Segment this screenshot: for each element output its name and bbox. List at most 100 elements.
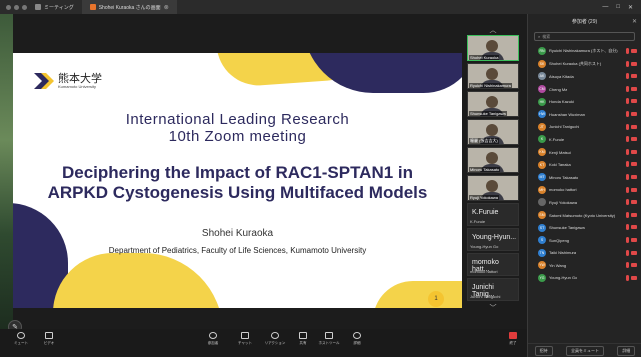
zoom-icon	[35, 4, 41, 10]
slide-title-line-2: ARPKD Cystogenesis Using Multifaced Mode…	[47, 183, 428, 202]
participant-avatar: JT	[538, 122, 546, 131]
video-label: ビデオ	[43, 341, 55, 345]
slide-page-number: 1	[428, 291, 444, 307]
decor-navy-top	[303, 53, 462, 93]
participant-row[interactable]: YG Young-Hyun Go	[528, 272, 641, 285]
participant-avatar: YG	[538, 273, 546, 282]
participant-row[interactable]: K K.Furuie	[528, 133, 641, 146]
video-tile[interactable]: Shohei Kuraoka	[467, 35, 519, 61]
participant-row[interactable]: YW Yin Wang	[528, 259, 641, 272]
mic-muted-icon	[626, 60, 629, 67]
name-tile[interactable]: momoko hatt... momoko hattori	[467, 253, 519, 276]
participant-row[interactable]: KM Kenji Matsui	[528, 146, 641, 159]
participant-name: Minoru Takasato	[549, 174, 579, 180]
video-tile[interactable]: Ryuji Yokokawa	[467, 175, 519, 201]
video-off-icon	[631, 250, 637, 255]
participant-name: Kenji Matsui	[549, 149, 571, 155]
video-off-icon	[631, 61, 637, 66]
invite-button[interactable]: 招待	[534, 345, 553, 356]
video-tile[interactable]: 瞳麗 (張吉吉大)	[467, 119, 519, 145]
participant-row[interactable]: RN Ryuichi Nishinakamura (ホスト、自分)	[528, 45, 641, 58]
participants-button[interactable]: 参加者	[200, 332, 226, 346]
reactions-button[interactable]: リアクション	[262, 332, 288, 346]
more-options-button[interactable]: 詳細	[344, 332, 370, 346]
participant-row[interactable]: Ryuji Yokokawa	[528, 196, 641, 209]
participant-name: K.Furuie	[549, 136, 565, 142]
video-button[interactable]: ビデオ	[36, 332, 62, 346]
host-tools-button[interactable]: ホストツール	[316, 332, 342, 346]
search-icon: ⌕	[538, 34, 541, 39]
video-off-icon	[631, 162, 637, 167]
minimize-icon[interactable]: —	[602, 4, 608, 11]
video-off-icon	[631, 99, 637, 104]
participant-avatar: ST	[538, 223, 546, 232]
more-options-label: 詳細	[353, 341, 361, 345]
participant-head	[486, 180, 498, 192]
participant-name: Taiki Nishimura	[549, 250, 577, 256]
university-logo-mark-icon	[34, 73, 54, 89]
participant-avatar: K	[538, 135, 546, 144]
close-panel-icon[interactable]: ✕	[632, 18, 637, 25]
participant-row[interactable]: ST Shunsuke Tanigawa	[528, 221, 641, 234]
participant-row[interactable]: S SunQipeng	[528, 234, 641, 247]
tab-screen-share[interactable]: Shohei Kuraoka さんの画面 ⊗	[81, 0, 177, 14]
participant-row[interactable]: MH momoko hattori	[528, 184, 641, 197]
participant-row[interactable]: JT Junichi Taniguchi	[528, 121, 641, 134]
reactions-label: リアクション	[264, 341, 286, 345]
mute-label: ミュート	[14, 341, 28, 345]
host-tools-label: ホストツール	[318, 341, 340, 345]
shield-icon	[325, 332, 333, 339]
participant-row[interactable]: HK Honda Kazuki	[528, 95, 641, 108]
search-placeholder: 検索	[542, 33, 551, 39]
video-off-icon	[631, 275, 637, 280]
end-meeting-button[interactable]: 終了	[500, 332, 526, 346]
participant-avatar: TN	[538, 248, 546, 257]
video-tile-name: Shunsuke Tanigawa	[469, 111, 507, 116]
chat-button[interactable]: チャット	[232, 332, 258, 346]
university-logo: 熊本大学 Kumamoto University	[32, 71, 102, 91]
end-call-icon	[509, 332, 517, 339]
mic-muted-icon	[626, 249, 629, 256]
close-tab-icon[interactable]: ⊗	[164, 4, 169, 11]
chat-label: チャット	[238, 341, 252, 345]
close-window-icon[interactable]: ✕	[628, 4, 633, 11]
video-tile[interactable]: Minoru Takasato	[467, 147, 519, 173]
scroll-up-chevron-icon[interactable]: ︿	[467, 25, 519, 35]
tab-meeting[interactable]: ミーティング	[27, 0, 82, 14]
participant-row[interactable]: TN Taiki Nishimura	[528, 247, 641, 260]
participant-row[interactable]: KT Koki Tanaka	[528, 158, 641, 171]
window-controls[interactable]	[6, 4, 27, 10]
video-off-icon	[631, 174, 637, 179]
participant-row[interactable]: CM Cheng Ma	[528, 83, 641, 96]
window-minimize-dot[interactable]	[14, 4, 19, 10]
name-tile[interactable]: Junichi Tanig... Junichi Taniguchi	[467, 278, 519, 301]
mute-button[interactable]: ミュート	[8, 332, 34, 346]
name-tile[interactable]: K.Furuie K.Furuie	[467, 203, 519, 226]
participants-label: 参加者	[207, 341, 219, 345]
video-tile[interactable]: Shunsuke Tanigawa	[467, 91, 519, 117]
participant-head	[486, 40, 498, 52]
video-off-icon	[631, 124, 637, 129]
name-tile[interactable]: Young-Hyun... Young-Hyun Go	[467, 228, 519, 251]
decor-yellow-right	[373, 281, 462, 308]
video-tile[interactable]: Ryuichi Nishinakamura	[467, 63, 519, 89]
participant-row[interactable]: HW Huanshan Wuximan	[528, 108, 641, 121]
share-button[interactable]: 共有	[290, 332, 316, 346]
participants-search-input[interactable]: ⌕ 検索	[534, 32, 635, 41]
participant-row[interactable]: AK Atsuya Kitada	[528, 70, 641, 83]
mic-muted-icon	[626, 48, 629, 54]
window-close-dot[interactable]	[6, 4, 11, 10]
participant-row[interactable]: SM Satomi Matsumoto (Kyoto University)	[528, 209, 641, 222]
participant-name: Ryuji Yokokawa	[549, 199, 578, 205]
mic-muted-icon	[626, 98, 629, 105]
video-off-icon	[631, 86, 637, 91]
participant-name: SunQipeng	[549, 237, 570, 243]
maximize-icon[interactable]: □	[616, 4, 620, 11]
participant-row[interactable]: MT Minoru Takasato	[528, 171, 641, 184]
participant-row[interactable]: SK Shohei Kuraoka (共同ホスト)	[528, 58, 641, 71]
scroll-down-chevron-icon[interactable]: ﹀	[467, 303, 519, 313]
mute-all-button[interactable]: 全員をミュート	[565, 345, 604, 356]
more-button[interactable]: 詳細	[617, 345, 636, 356]
participant-name: Honda Kazuki	[549, 99, 574, 105]
decor-yellow-bottom	[53, 253, 223, 308]
